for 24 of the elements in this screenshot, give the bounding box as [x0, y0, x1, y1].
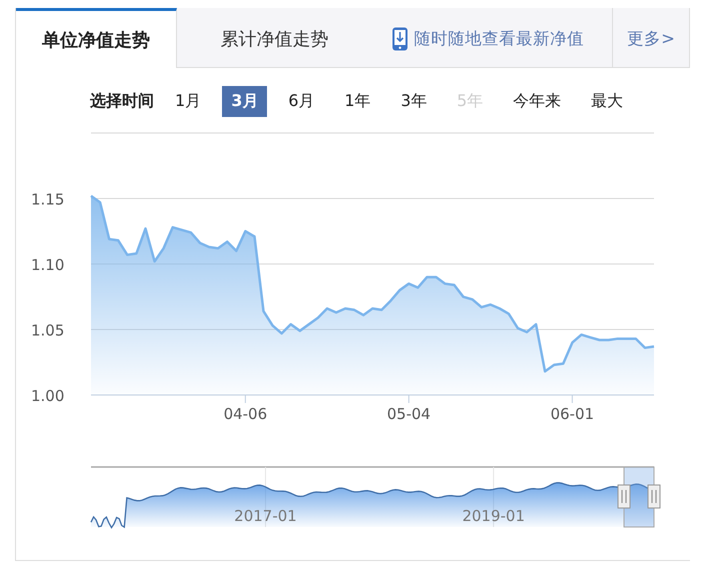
chart-tab[interactable]: 单位净值走势 [16, 8, 177, 68]
drag-handle[interactable] [648, 484, 660, 508]
more-link[interactable]: 更多> [612, 8, 689, 67]
y-axis-label: 1.15 [31, 190, 64, 208]
y-axis-label: 1.05 [31, 322, 64, 340]
time-range-button[interactable]: 今年来 [504, 86, 570, 117]
time-range-button[interactable]: 6月 [279, 86, 324, 117]
app-download-link[interactable]: 随时随地查看最新净值 [392, 8, 584, 67]
chart-tab[interactable]: 累计净值走势 [177, 8, 372, 67]
time-range-button[interactable]: 1月 [166, 86, 210, 117]
time-range-button[interactable]: 最大 [582, 86, 632, 117]
time-range-button[interactable]: 3月 [222, 86, 268, 117]
x-axis-label: 05-04 [387, 405, 431, 423]
x-axis-label: 04-06 [224, 405, 268, 423]
x-axis-label: 06-01 [550, 405, 594, 423]
time-selector-label: 选择时间 [90, 91, 154, 112]
time-range-button[interactable]: 3年 [392, 86, 436, 117]
navigator-label: 2017-01 [234, 507, 297, 525]
navigator-label: 2019-01 [462, 507, 525, 525]
phone-download-icon [392, 27, 408, 51]
y-axis-label: 1.00 [31, 387, 64, 405]
y-axis-label: 1.10 [31, 256, 64, 274]
time-range-button[interactable]: 1年 [336, 86, 380, 117]
drag-handle[interactable] [618, 484, 630, 508]
